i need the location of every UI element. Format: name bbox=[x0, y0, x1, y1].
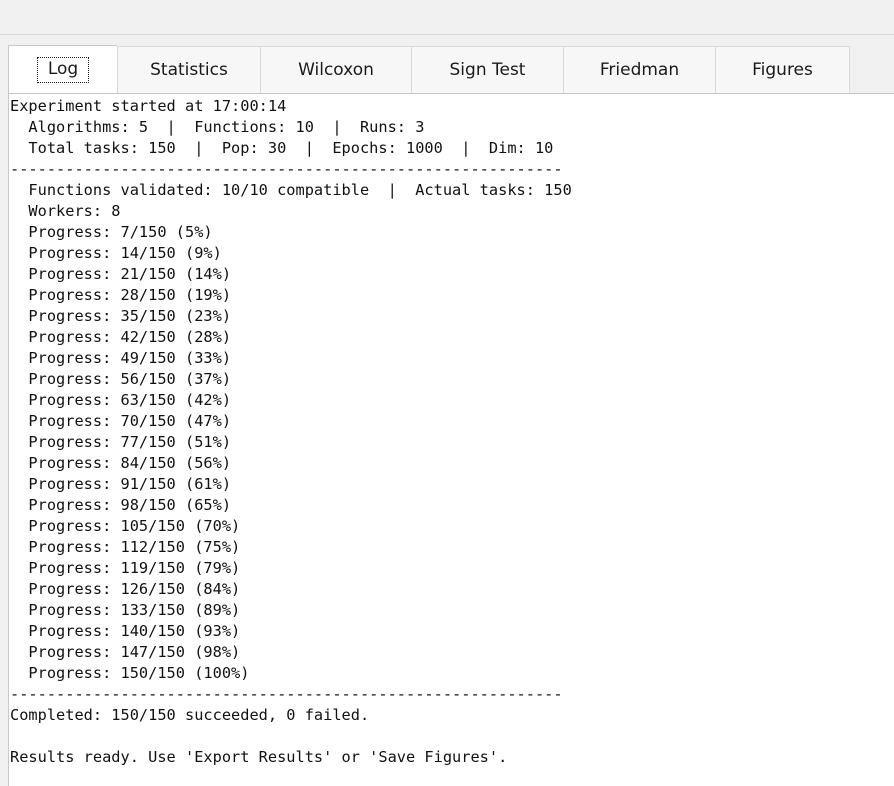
log-line: Progress: 91/150 (61%) bbox=[10, 475, 232, 493]
tab-sign-test-label: Sign Test bbox=[449, 60, 526, 80]
log-line: Progress: 133/150 (89%) bbox=[10, 601, 241, 619]
log-line: Total tasks: 150 | Pop: 30 | Epochs: 100… bbox=[10, 139, 554, 157]
log-line: Progress: 21/150 (14%) bbox=[10, 265, 232, 283]
log-line: Progress: 140/150 (93%) bbox=[10, 622, 241, 640]
log-line: Progress: 77/150 (51%) bbox=[10, 433, 232, 451]
log-line: Progress: 7/150 (5%) bbox=[10, 223, 213, 241]
tab-log-label: Log bbox=[36, 56, 90, 83]
tab-statistics-label: Statistics bbox=[150, 60, 228, 80]
log-line: Progress: 70/150 (47%) bbox=[10, 412, 232, 430]
tab-friedman-label: Friedman bbox=[599, 60, 680, 80]
log-line: Results ready. Use 'Export Results' or '… bbox=[10, 748, 508, 766]
log-line: Progress: 147/150 (98%) bbox=[10, 643, 241, 661]
log-line: Progress: 63/150 (42%) bbox=[10, 391, 232, 409]
log-line: Progress: 150/150 (100%) bbox=[10, 664, 250, 682]
tab-figures-label: Figures bbox=[752, 60, 813, 80]
tab-statistics[interactable]: Statistics bbox=[117, 46, 260, 93]
tab-wilcoxon-label: Wilcoxon bbox=[298, 60, 374, 80]
window-top-band bbox=[0, 0, 894, 35]
log-line: Progress: 42/150 (28%) bbox=[10, 328, 232, 346]
log-line: Progress: 28/150 (19%) bbox=[10, 286, 232, 304]
tab-sign-test[interactable]: Sign Test bbox=[411, 46, 563, 93]
log-line: Progress: 84/150 (56%) bbox=[10, 454, 232, 472]
log-line: Progress: 35/150 (23%) bbox=[10, 307, 232, 325]
log-line: Progress: 14/150 (9%) bbox=[10, 244, 222, 262]
tab-bar: Log Statistics Wilcoxon Sign Test Friedm… bbox=[8, 45, 850, 93]
log-line: Workers: 8 bbox=[10, 202, 121, 220]
log-line: Progress: 105/150 (70%) bbox=[10, 517, 241, 535]
tab-friedman[interactable]: Friedman bbox=[563, 46, 715, 93]
log-line: Functions validated: 10/10 compatible | … bbox=[10, 181, 572, 199]
log-line: Progress: 49/150 (33%) bbox=[10, 349, 232, 367]
log-line: Algorithms: 5 | Functions: 10 | Runs: 3 bbox=[10, 118, 425, 136]
log-line: Progress: 126/150 (84%) bbox=[10, 580, 241, 598]
log-line: ----------------------------------------… bbox=[10, 160, 563, 178]
tab-figures[interactable]: Figures bbox=[715, 46, 850, 93]
log-line: Experiment started at 17:00:14 bbox=[10, 97, 287, 115]
tab-log[interactable]: Log bbox=[8, 45, 117, 93]
log-line: Progress: 98/150 (65%) bbox=[10, 496, 232, 514]
log-line: Progress: 56/150 (37%) bbox=[10, 370, 232, 388]
log-output[interactable]: Experiment started at 17:00:14 Algorithm… bbox=[8, 93, 894, 786]
log-line: ----------------------------------------… bbox=[10, 685, 563, 703]
tab-wilcoxon[interactable]: Wilcoxon bbox=[260, 46, 411, 93]
log-line: Completed: 150/150 succeeded, 0 failed. bbox=[10, 706, 370, 724]
log-text: Experiment started at 17:00:14 Algorithm… bbox=[9, 94, 894, 768]
log-line: Progress: 112/150 (75%) bbox=[10, 538, 241, 556]
log-line: Progress: 119/150 (79%) bbox=[10, 559, 241, 577]
